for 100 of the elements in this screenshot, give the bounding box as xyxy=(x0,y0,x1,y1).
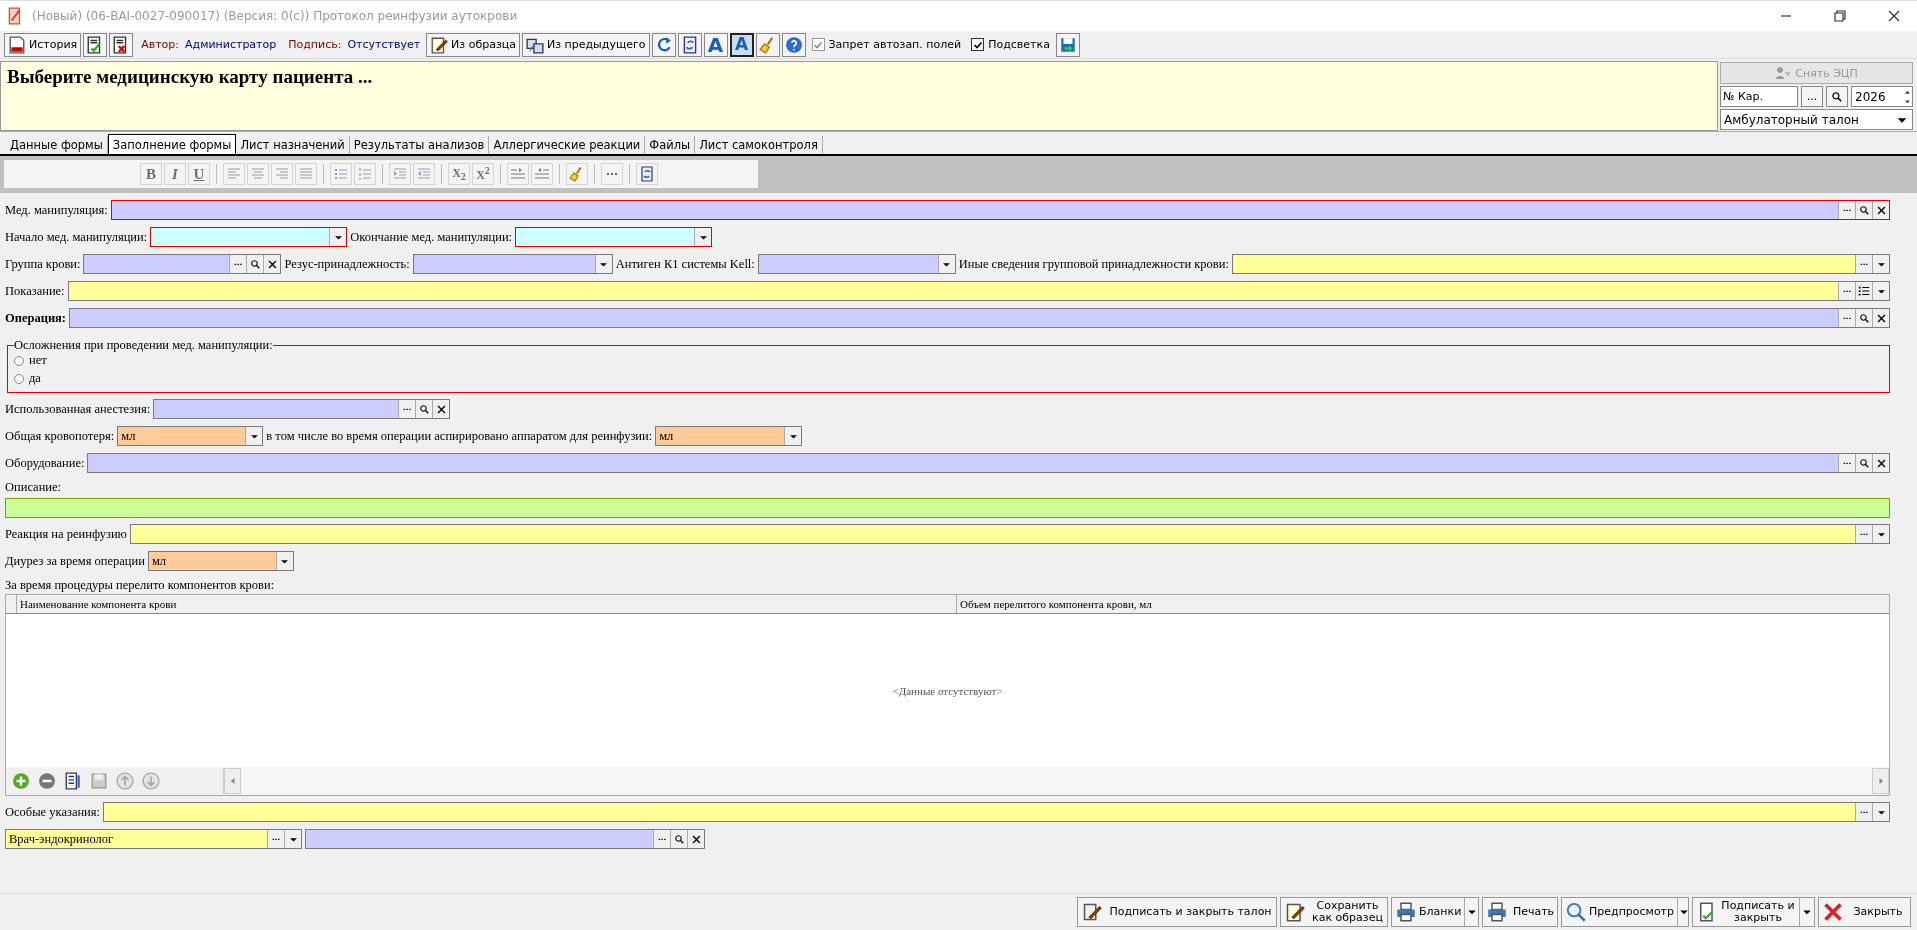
action-button[interactable]: Печать xyxy=(1482,897,1558,927)
search-button[interactable] xyxy=(1826,86,1848,107)
field-label: Показание: xyxy=(5,283,65,299)
dropdown-button[interactable] xyxy=(1872,255,1889,273)
search-icon xyxy=(1858,204,1870,216)
table-caption: За время процедуры перелито компонентов крови: xyxy=(5,578,276,593)
dictionary-field[interactable] xyxy=(129,524,1890,544)
radio-label: нет xyxy=(29,353,47,368)
search-button[interactable] xyxy=(1855,309,1872,327)
unit-field[interactable]: мл xyxy=(147,551,294,571)
toolbar-button[interactable] xyxy=(677,32,702,57)
search-icon xyxy=(1858,312,1870,324)
dropdown-button[interactable] xyxy=(284,830,301,848)
browse-button[interactable]: ... xyxy=(1801,86,1823,107)
tab[interactable]: Аллергические реакции xyxy=(489,136,646,154)
lookup-field[interactable] xyxy=(153,399,451,419)
align-left-icon xyxy=(226,166,242,182)
lookup-field[interactable] xyxy=(110,200,1890,220)
dropdown-button[interactable] xyxy=(1872,803,1889,821)
dropdown-field[interactable] xyxy=(412,254,613,274)
field-label: Общая кровопотеря: xyxy=(5,428,115,444)
radio-button[interactable] xyxy=(14,373,24,384)
toolbar-button[interactable]: Из предыдущего xyxy=(521,32,650,57)
tab[interactable]: Данные формы xyxy=(6,136,108,154)
action-button[interactable]: Предпросмотр xyxy=(1561,897,1689,927)
date-field[interactable] xyxy=(150,227,348,247)
dictionary-field[interactable] xyxy=(103,802,1890,822)
magnifier-icon xyxy=(1566,902,1586,922)
ellipsis-icon xyxy=(1842,289,1852,293)
remove-icon xyxy=(38,772,56,790)
toolbar-button[interactable]: Из образца xyxy=(426,32,520,57)
action-button[interactable]: Бланки xyxy=(1391,897,1479,927)
dropdown-button[interactable] xyxy=(245,427,263,445)
close-icon xyxy=(1823,902,1843,922)
list-icon xyxy=(1857,284,1871,298)
action-button[interactable]: Закрыть xyxy=(1818,897,1911,927)
action-button[interactable]: Подписать и закрыть талон xyxy=(1077,897,1277,927)
clear-button[interactable] xyxy=(1872,201,1889,219)
dropdown-button[interactable] xyxy=(594,255,612,273)
search-button[interactable] xyxy=(1855,201,1872,219)
restore-icon xyxy=(1832,8,1848,24)
column-header[interactable]: Объем перелитого компонента крови, мл xyxy=(957,595,1889,613)
font-size-button[interactable]: A xyxy=(703,32,728,57)
lookup-field[interactable] xyxy=(69,308,1890,328)
dropdown-button[interactable] xyxy=(784,427,802,445)
dropdown-button[interactable] xyxy=(1872,525,1889,543)
search-button[interactable] xyxy=(246,255,264,273)
year-spinner[interactable]: 2026 xyxy=(1851,86,1913,107)
toolbar-button[interactable]: История xyxy=(4,32,82,57)
tab[interactable]: Заполнение формы xyxy=(107,134,237,154)
action-button[interactable]: Сохранить как образец xyxy=(1280,897,1388,927)
dictionary-field[interactable]: Врач-эндокринолог xyxy=(5,829,302,849)
tab[interactable]: Лист самоконтроля xyxy=(695,136,823,154)
lookup-field[interactable] xyxy=(305,829,705,849)
column-header[interactable]: Наименование компонента крови xyxy=(17,595,957,613)
help-icon xyxy=(784,35,803,54)
person-key-icon xyxy=(1775,65,1792,81)
font-size-button[interactable]: A xyxy=(729,32,754,57)
dropdown-button[interactable] xyxy=(275,552,293,570)
tab[interactable]: Файлы xyxy=(645,136,696,154)
tab[interactable]: Результаты анализов xyxy=(349,136,490,154)
indent-icon xyxy=(392,166,408,182)
lookup-field[interactable] xyxy=(87,453,1890,473)
clear-button[interactable] xyxy=(1872,309,1889,327)
clear-button[interactable] xyxy=(1872,454,1889,472)
clear-button[interactable] xyxy=(687,830,704,848)
field-label: Диурез за время операции xyxy=(5,553,145,569)
dropdown-button[interactable] xyxy=(937,255,955,273)
document-type-select[interactable]: Амбулаторный талон xyxy=(1720,109,1913,130)
dictionary-field[interactable] xyxy=(67,281,1890,301)
lookup-field[interactable] xyxy=(83,254,282,274)
clear-button[interactable] xyxy=(432,400,450,418)
dropdown-button[interactable] xyxy=(694,228,712,246)
unit-field[interactable]: мл xyxy=(655,426,803,446)
list-button[interactable] xyxy=(1855,282,1872,300)
search-button[interactable] xyxy=(415,400,433,418)
toolbar-button[interactable] xyxy=(651,32,676,57)
action-button[interactable]: Подписать и закрыть xyxy=(1692,897,1815,927)
toolbar-button[interactable] xyxy=(83,32,108,57)
tab[interactable]: Лист назначений xyxy=(236,136,350,154)
unit-field[interactable]: мл xyxy=(117,426,264,446)
printer-icon xyxy=(1396,902,1416,922)
field-label: Оборудование: xyxy=(5,455,85,471)
close-icon xyxy=(1886,8,1902,24)
field-label: Начало мед. манипуляции: xyxy=(5,229,148,245)
dropdown-field[interactable] xyxy=(757,254,956,274)
notepad-pencil-icon xyxy=(430,35,449,54)
clear-button[interactable] xyxy=(263,255,281,273)
search-button[interactable] xyxy=(1855,454,1872,472)
card-number-field[interactable]: № Кар. xyxy=(1720,86,1798,107)
radio-button[interactable] xyxy=(14,355,24,366)
bullet-list-icon xyxy=(333,166,349,182)
date-field[interactable] xyxy=(515,227,713,247)
toolbar-button[interactable] xyxy=(109,32,134,57)
dropdown-button[interactable] xyxy=(1872,282,1889,300)
checkbox[interactable] xyxy=(971,38,985,51)
dictionary-field[interactable] xyxy=(1231,254,1890,274)
search-button[interactable] xyxy=(670,830,687,848)
text-field[interactable] xyxy=(5,498,1890,518)
dropdown-button[interactable] xyxy=(329,228,347,246)
